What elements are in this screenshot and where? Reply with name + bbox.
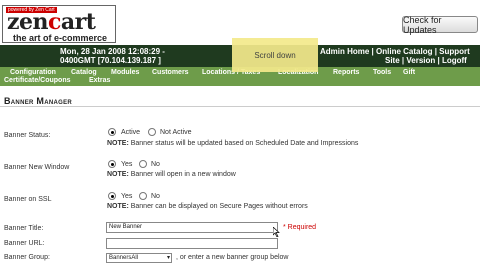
required-marker: * Required [283, 224, 317, 231]
logo-brand: zencart [7, 9, 96, 35]
banner-group-value: BannersAll [109, 255, 139, 261]
banner-url-label: Banner URL: [4, 240, 45, 247]
window-yes-radio[interactable] [108, 160, 116, 168]
scroll-down-tooltip: Scroll down [232, 38, 318, 72]
menu-tools[interactable]: Tools [373, 69, 391, 77]
banner-status-label: Banner Status: [4, 132, 51, 139]
status-inactive-radio[interactable] [148, 128, 156, 136]
window-note: NOTE: Banner will open in a new window [107, 171, 236, 178]
menu-extras[interactable]: Extras [89, 77, 110, 85]
mouse-cursor-icon [273, 227, 280, 237]
server-date: Mon, 28 Jan 2008 12:08:29 - 0400GMT [70.… [60, 47, 165, 65]
zencart-logo[interactable]: powered by Zen Cart zencart the art of e… [2, 5, 116, 43]
divider [0, 106, 480, 107]
window-no-label: No [151, 161, 160, 168]
ssl-no-radio[interactable] [139, 192, 147, 200]
banner-group-select[interactable]: BannersAll ▾ [106, 253, 172, 263]
menu-certificate-coupons[interactable]: Certificate/Coupons [4, 77, 71, 85]
menu-configuration[interactable]: Configuration [10, 69, 56, 77]
chevron-down-icon: ▾ [166, 255, 170, 261]
menu-gift[interactable]: Gift [403, 69, 415, 77]
banner-url-input[interactable] [106, 238, 278, 249]
banner-group-label: Banner Group: [4, 254, 50, 261]
admin-page: powered by Zen Cart zencart the art of e… [0, 0, 480, 270]
status-active-label: Active [121, 129, 141, 136]
status-inactive-label: Not Active [160, 129, 192, 136]
ssl-yes-label: Yes [121, 193, 133, 200]
header-links-line-1[interactable]: Admin Home | Online Catalog | Support [320, 47, 470, 56]
ssl-yes-radio[interactable] [108, 192, 116, 200]
window-yes-label: Yes [121, 161, 133, 168]
ssl-note: NOTE: Banner can be displayed on Secure … [107, 203, 308, 210]
menu-modules[interactable]: Modules [111, 69, 139, 77]
banner-new-window-label: Banner New Window [4, 164, 70, 171]
banner-title-input[interactable]: New Banner [106, 222, 278, 233]
window-no-radio[interactable] [139, 160, 147, 168]
menu-reports[interactable]: Reports [333, 69, 359, 77]
banner-title-label: Banner Title: [4, 225, 44, 232]
banner-group-note: , or enter a new banner group below [176, 254, 289, 261]
menu-catalog[interactable]: Catalog [71, 69, 97, 77]
menu-customers[interactable]: Customers [152, 69, 189, 77]
logo-tagline: the art of e-commerce [13, 33, 108, 43]
ssl-no-label: No [151, 193, 160, 200]
status-note: NOTE: Banner status will be updated base… [107, 140, 359, 147]
date-line-2: 0400GMT [70.104.139.187 ] [60, 56, 161, 65]
banner-ssl-label: Banner on SSL [4, 196, 52, 203]
status-active-radio[interactable] [108, 128, 116, 136]
check-updates-button[interactable]: Check for Updates [402, 15, 478, 35]
header-links-line-2[interactable]: Site | Version | Logoff [320, 56, 470, 65]
header-links[interactable]: Admin Home | Online Catalog | Support Si… [320, 47, 470, 65]
page-title: Banner Manager [4, 96, 73, 106]
date-line-1: Mon, 28 Jan 2008 12:08:29 - [60, 47, 165, 56]
